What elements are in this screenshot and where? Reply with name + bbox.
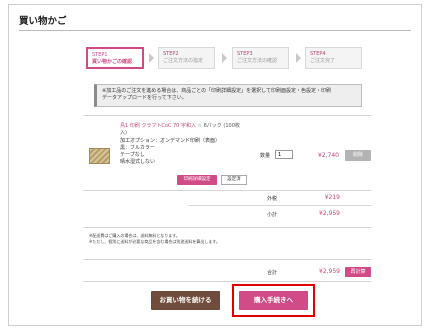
chevron-right-icon xyxy=(149,53,154,63)
step-label: ご注文完了 xyxy=(310,58,336,64)
print-settings-button[interactable]: 印刷詳細設定 xyxy=(177,175,217,185)
product-meta: ☆ 6パック (100枚 xyxy=(197,123,240,129)
checkout-highlight: 購入手続きへ xyxy=(232,284,315,317)
line-price: ¥2,740 xyxy=(318,152,339,159)
option-line: テープなし xyxy=(120,152,145,158)
total-label: 合計 xyxy=(266,270,277,276)
step-label: ご注文方法の指定 xyxy=(163,58,204,64)
tax-label: 外税 xyxy=(266,196,277,202)
product-meta-cont: 入) xyxy=(120,130,127,136)
option-line: 黒：フルカラー xyxy=(120,145,155,151)
continue-shopping-button[interactable]: お買い物を続ける xyxy=(151,291,220,310)
divider xyxy=(83,190,371,191)
step-label: 買い物かごの確認 xyxy=(92,59,133,65)
step-number: STEP2 xyxy=(163,51,179,57)
step-4-complete: STEP4 ご注文完了 xyxy=(305,47,362,69)
checkout-steps: STEP1 買い物かごの確認 STEP2 ご注文方法の指定 STEP3 ご注文方… xyxy=(86,47,362,69)
tax-value: ¥219 xyxy=(324,194,340,201)
settings-done-badge[interactable]: 設定済 xyxy=(221,175,247,185)
divider xyxy=(83,115,371,116)
divider xyxy=(83,259,371,260)
option-line: 晴水湿式しない xyxy=(120,159,156,165)
chevron-right-icon xyxy=(222,53,227,63)
quantity-label: 数量 xyxy=(260,153,271,159)
product-name[interactable]: 鳥1 印刷 クラフトCoC 70 宇和入 ☆ 6パック (100枚 入) xyxy=(120,123,280,137)
step-1-cart-review: STEP1 買い物かごの確認 xyxy=(86,47,144,69)
title-divider xyxy=(19,30,411,31)
chevron-right-icon xyxy=(296,53,301,63)
subtotal-label: 小計 xyxy=(266,212,277,218)
option-line: 加工オプション：オンデマンド印刷（表面） xyxy=(120,138,221,144)
step-3-order-confirm: STEP3 ご注文方法の確認 xyxy=(232,47,289,69)
page-title: 買い物かご xyxy=(19,16,67,27)
print-notice: ※加工品のご注文を進める場合は、商品ごとの「印刷詳細設定」を選択して印刷面設定・… xyxy=(94,84,362,107)
notice-line: データアップロードを行って下さい。 xyxy=(102,95,187,101)
proceed-checkout-button[interactable]: 購入手続きへ xyxy=(239,291,308,310)
divider xyxy=(83,227,371,228)
step-label: ご注文方法の確認 xyxy=(237,58,278,64)
notice-line: ※加工品のご注文を進める場合は、商品ごとの「印刷詳細設定」を選択して印刷面設定・… xyxy=(102,88,331,94)
product-title-link[interactable]: 鳥1 印刷 クラフトCoC 70 宇和入 xyxy=(120,123,196,129)
divider xyxy=(189,205,371,206)
step-number: STEP1 xyxy=(92,52,108,58)
footnote-line: ※ただし、個別に送料が必要な商品を含む場合は別途送料を算出します。 xyxy=(89,239,220,244)
quantity-input[interactable] xyxy=(275,150,293,159)
total-value: ¥2,959 xyxy=(319,268,340,275)
step-2-order-method: STEP2 ご注文方法の指定 xyxy=(158,47,215,69)
recalculate-button[interactable]: 再計算 xyxy=(345,267,371,277)
product-options: 加工オプション：オンデマンド印刷（表面） 黒：フルカラー テープなし 晴水湿式し… xyxy=(120,138,220,166)
subtotal-value: ¥2,959 xyxy=(319,210,340,217)
delete-button[interactable]: 削除 xyxy=(345,150,371,161)
step-number: STEP4 xyxy=(310,51,326,57)
product-thumbnail xyxy=(89,148,110,164)
divider xyxy=(83,281,371,282)
step-number: STEP3 xyxy=(237,51,253,57)
shipping-footnote: ※配送費はご購入の場合は、送料無料となります。 ※ただし、個別に送料が必要な商品… xyxy=(89,233,220,245)
cart-page: 買い物かご STEP1 買い物かごの確認 STEP2 ご注文方法の指定 STEP… xyxy=(8,4,422,326)
